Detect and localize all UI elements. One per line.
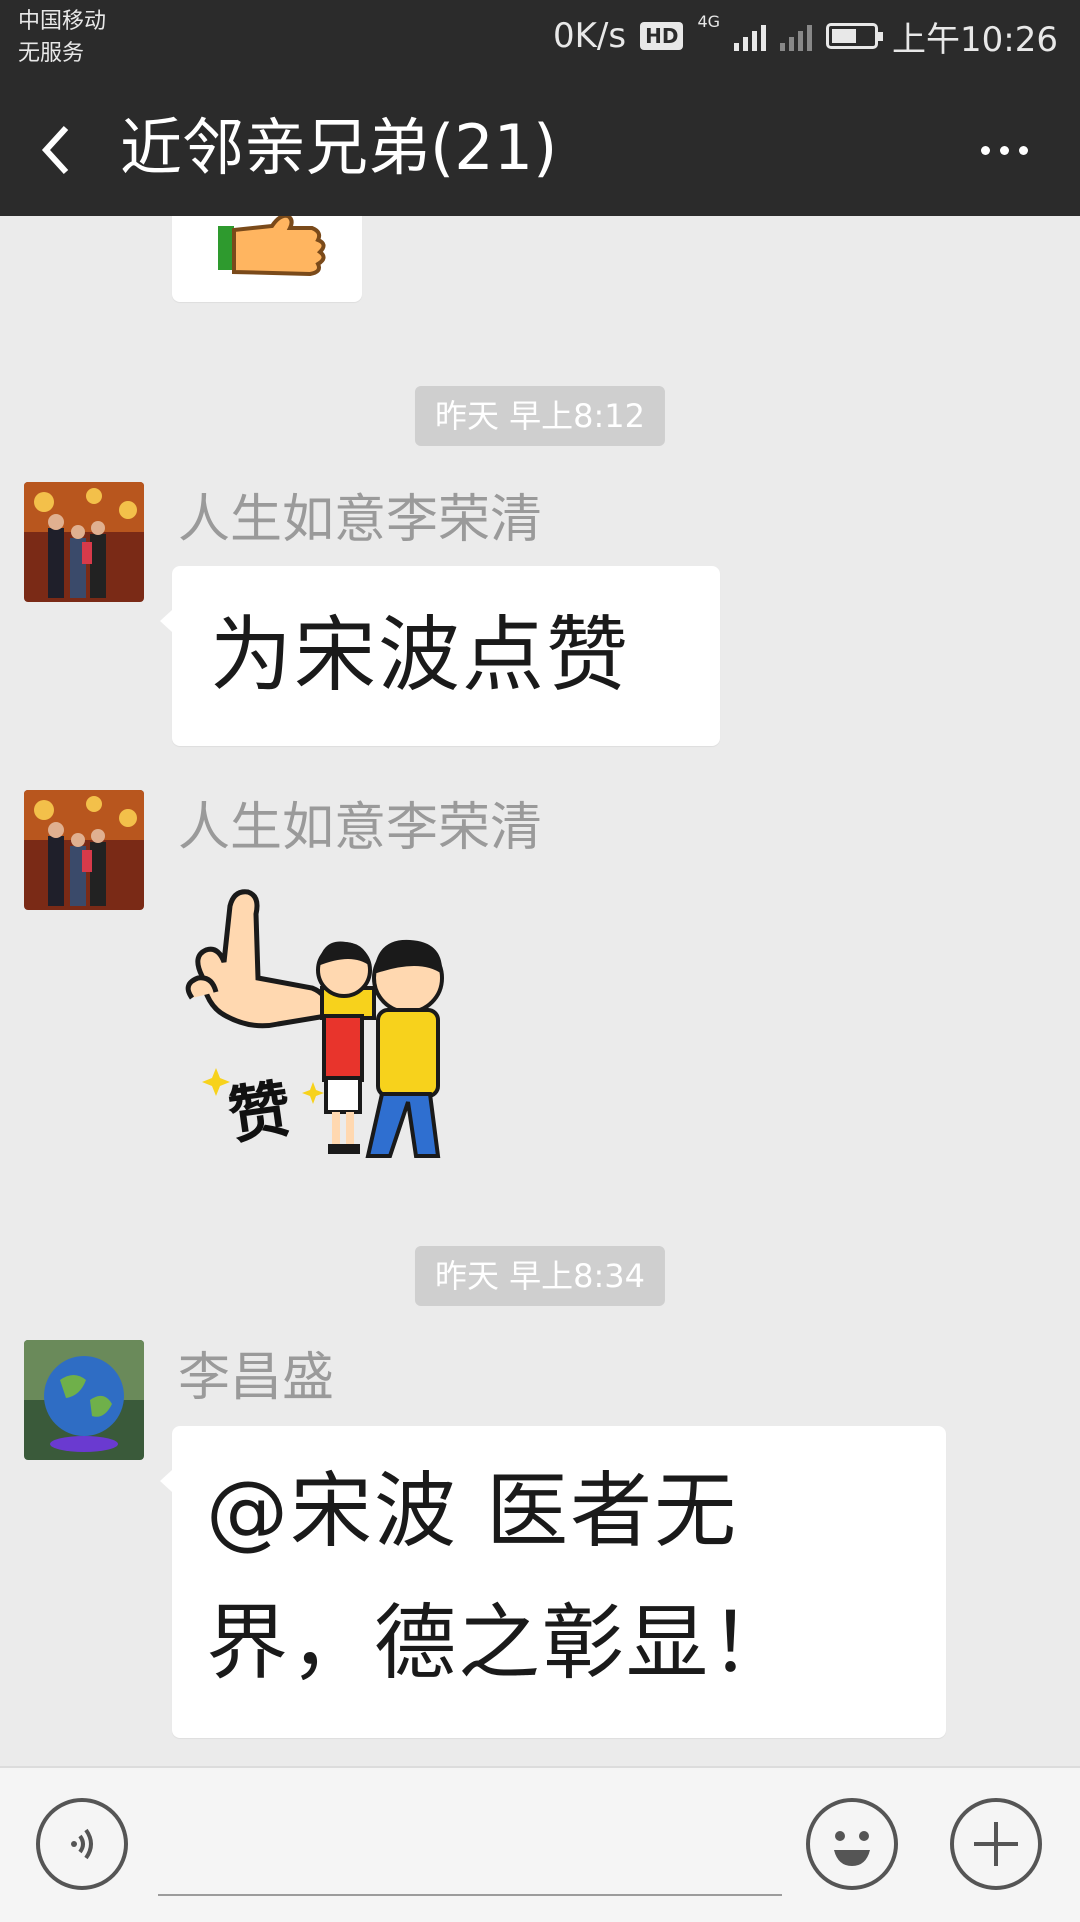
hd-badge: HD <box>640 22 684 50</box>
network-type: 4G <box>697 12 721 31</box>
thumbs-up-sticker[interactable] <box>172 216 362 302</box>
emoji-icon[interactable] <box>806 1798 898 1890</box>
message-bubble[interactable]: @宋波 医者无 界，德之彰显！ <box>160 1426 946 1738</box>
no-signal-icon <box>780 21 813 51</box>
chat-title: 近邻亲兄弟(21) <box>120 111 558 184</box>
back-arrow-icon[interactable] <box>26 110 106 190</box>
chat-header: 近邻亲兄弟(21) <box>0 80 1080 216</box>
status-bar: 中国移动 无服务 0K/s HD 4G 上午10:26 <box>0 0 1080 80</box>
service-status: 无服务 <box>18 41 85 66</box>
input-bar <box>0 1766 1080 1922</box>
signal-icon <box>734 21 767 51</box>
avatar[interactable] <box>24 1340 144 1460</box>
sticker-caption: 赞 <box>223 1071 296 1153</box>
clock: 上午10:26 <box>892 19 1058 60</box>
status-indicators: 0K/s HD 4G 上午10:26 <box>552 12 1058 60</box>
like-sticker[interactable]: 赞 <box>172 866 472 1176</box>
timestamp: 昨天 早上8:12 <box>414 386 666 446</box>
message-bubble[interactable]: 为宋波点赞 <box>160 566 720 746</box>
message-input[interactable] <box>158 1894 782 1896</box>
avatar[interactable] <box>24 790 144 910</box>
more-dots-icon[interactable] <box>964 120 1044 180</box>
message-line: 界，德之彰显！ <box>206 1596 795 1691</box>
network-speed: 0K/s <box>552 16 627 56</box>
voice-input-icon[interactable] <box>36 1798 128 1890</box>
avatar[interactable] <box>24 482 144 602</box>
sender-name: 李昌盛 <box>178 1348 335 1408</box>
message-text: 为宋波点赞 <box>210 608 631 703</box>
message-text: @宋波 医者无 界，德之彰显！ <box>172 1426 946 1710</box>
timestamp: 昨天 早上8:34 <box>414 1246 666 1306</box>
battery-icon <box>826 23 884 49</box>
carrier-info: 中国移动 无服务 <box>18 6 106 70</box>
sender-name: 人生如意李荣清 <box>178 490 543 550</box>
message-line: @宋波 医者无 <box>206 1464 739 1559</box>
carrier-name: 中国移动 <box>18 9 107 34</box>
sender-name: 人生如意李荣清 <box>178 798 543 858</box>
message-list[interactable]: 昨天 早上8:12 人生如意李荣清 为宋波点赞 人生如意李荣清 赞 昨天 早上8… <box>0 216 1080 1766</box>
plus-icon[interactable] <box>950 1798 1042 1890</box>
